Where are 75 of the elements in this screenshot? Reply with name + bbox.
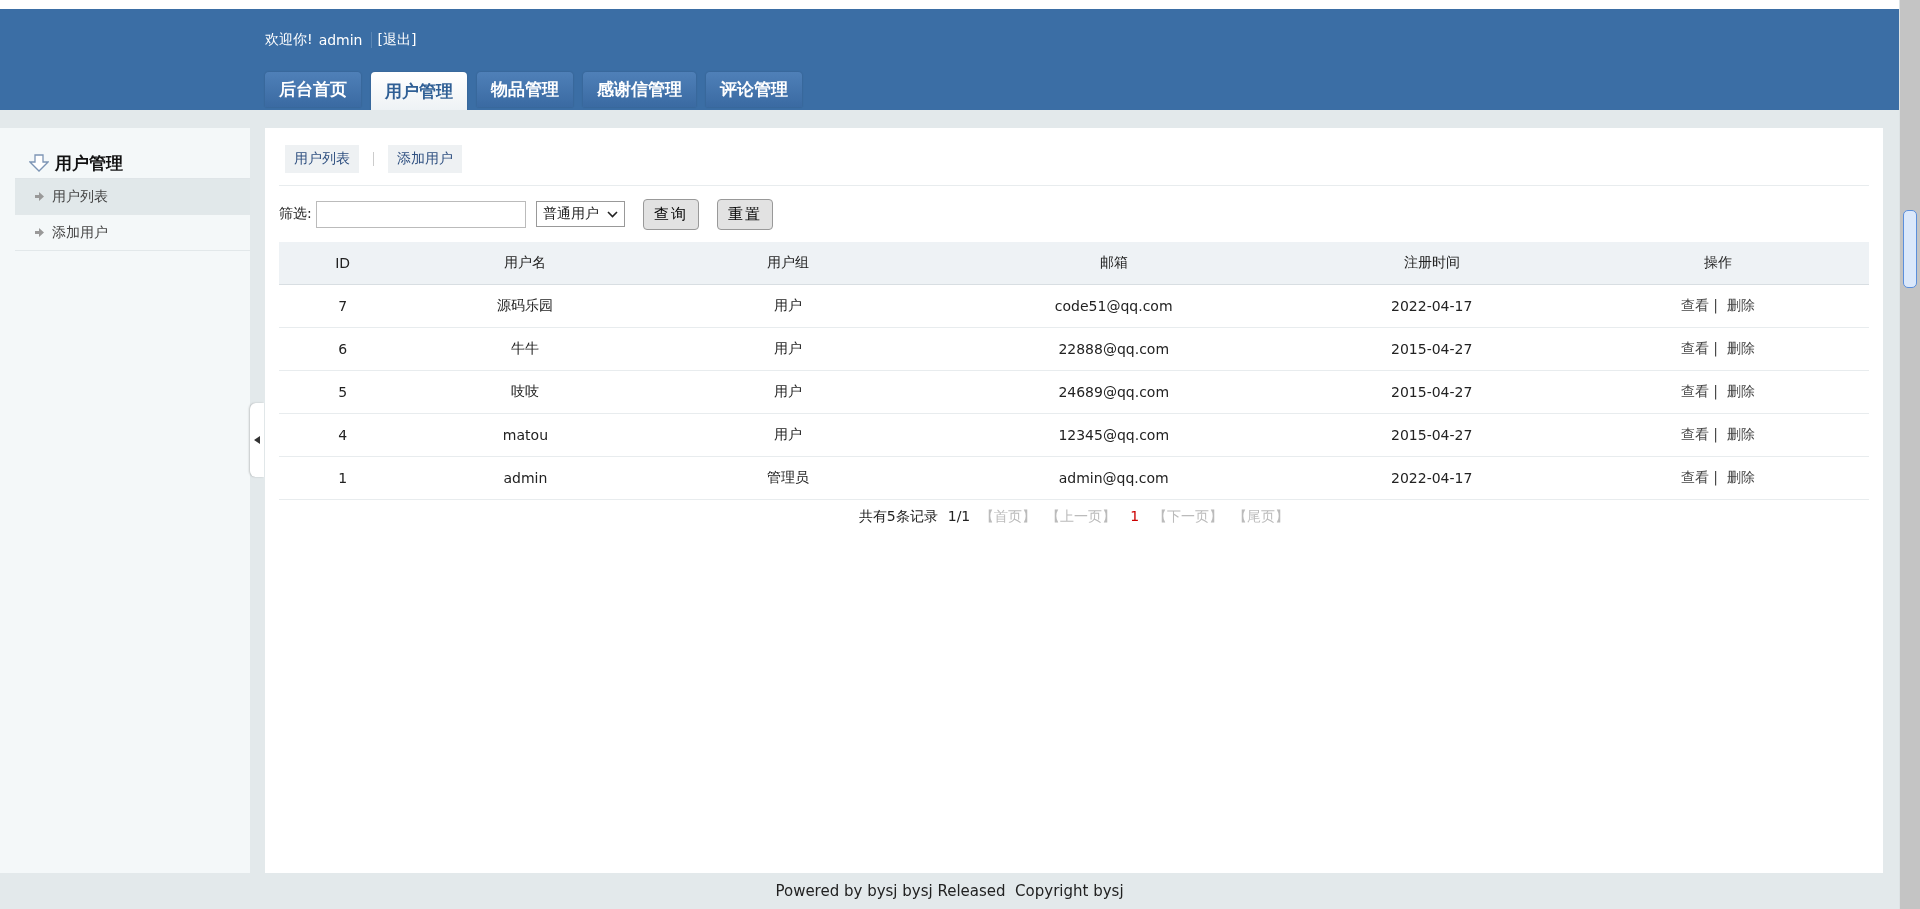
table-cell: 2015-04-27 xyxy=(1391,341,1473,357)
action-link[interactable]: 删除 xyxy=(1726,340,1755,356)
footer-text: Powered by bysj bysj Released Copyright bysj xyxy=(775,882,1124,900)
table-cell: code51@qq.com xyxy=(1054,298,1173,314)
subnav-link[interactable]: 用户列表 xyxy=(285,144,359,173)
table-cell: admin xyxy=(503,470,548,486)
nav-tab[interactable]: 评论管理 xyxy=(706,72,802,107)
down-arrow-icon xyxy=(29,154,49,172)
table-cell: 用户 xyxy=(773,383,802,399)
chevron-down-icon xyxy=(606,210,618,218)
current-page: 1 xyxy=(1130,508,1140,526)
filter-button[interactable]: 重置 xyxy=(716,198,773,230)
column-header: 用户名 xyxy=(406,242,645,285)
column-header: 用户组 xyxy=(644,242,931,285)
action-link[interactable]: 查看 xyxy=(1681,469,1710,485)
action-link[interactable]: 删除 xyxy=(1726,297,1755,313)
sidebar-item[interactable]: 用户列表 xyxy=(15,179,250,215)
filter-button[interactable]: 查询 xyxy=(642,198,699,230)
arrow-icon xyxy=(35,228,44,237)
nav-tab[interactable]: 感谢信管理 xyxy=(583,72,696,107)
table-cell: 用户 xyxy=(773,426,802,442)
table-cell: 24689@qq.com xyxy=(1058,384,1170,400)
filter-input[interactable] xyxy=(315,200,526,228)
table-cell: 牛牛 xyxy=(511,340,540,356)
column-header: 注册时间 xyxy=(1296,242,1567,285)
table-cell: 12345@qq.com xyxy=(1058,427,1170,443)
logout-link[interactable]: [退出] xyxy=(377,31,417,49)
table-cell: 管理员 xyxy=(766,469,809,485)
subnav-link[interactable]: 添加用户 xyxy=(388,144,462,173)
separator-text: | xyxy=(1713,383,1719,399)
action-link[interactable]: 查看 xyxy=(1681,383,1710,399)
scrollbar[interactable] xyxy=(1899,0,1920,909)
scrollbar-thumb[interactable] xyxy=(1903,210,1917,288)
greeting-text: 欢迎你! xyxy=(265,31,313,49)
table-cell: 2015-04-27 xyxy=(1391,427,1473,443)
table-cell: 1 xyxy=(338,470,348,486)
arrow-icon xyxy=(35,192,44,201)
action-link[interactable]: 删除 xyxy=(1726,383,1755,399)
action-link[interactable]: 查看 xyxy=(1681,340,1710,356)
table-cell: 2022-04-17 xyxy=(1391,470,1473,486)
pager-text: 1/1 xyxy=(947,508,971,526)
column-header: ID xyxy=(279,242,407,285)
table-cell: 22888@qq.com xyxy=(1058,341,1170,357)
pager-text: 共有5条记录 xyxy=(858,508,938,526)
separator-text: | xyxy=(1713,469,1719,485)
nav-tab[interactable]: 用户管理 xyxy=(371,72,467,110)
action-link[interactable]: 删除 xyxy=(1726,426,1755,442)
user-type-select[interactable]: 普通用户 xyxy=(535,201,625,227)
separator-text: | xyxy=(1713,340,1719,356)
filter-label: 筛选: xyxy=(279,205,312,223)
table-cell: 7 xyxy=(338,298,348,314)
table-cell: 用户 xyxy=(773,340,802,356)
action-link[interactable]: 删除 xyxy=(1726,469,1755,485)
table-cell: 用户 xyxy=(773,297,802,313)
username-text: admin xyxy=(318,32,372,48)
table-cell: matou xyxy=(502,427,548,443)
table-cell: 2022-04-17 xyxy=(1391,298,1473,314)
table-cell: 源码乐园 xyxy=(497,297,554,313)
table-cell: 4 xyxy=(338,427,348,443)
table-cell: 6 xyxy=(338,341,348,357)
table-cell: 吱吱 xyxy=(511,383,540,399)
column-header: 操作 xyxy=(1566,242,1869,285)
sidebar-item[interactable]: 添加用户 xyxy=(15,215,250,251)
nav-tab[interactable]: 物品管理 xyxy=(477,72,573,107)
table-cell: 2015-04-27 xyxy=(1391,384,1473,400)
collapse-handle[interactable] xyxy=(250,403,264,477)
separator-text: | xyxy=(1713,297,1719,313)
nav-tab[interactable]: 后台首页 xyxy=(265,72,361,107)
column-header: 邮箱 xyxy=(930,242,1297,285)
action-link[interactable]: 查看 xyxy=(1681,426,1710,442)
table-cell: admin@qq.com xyxy=(1058,470,1169,486)
separator-text: | xyxy=(1713,426,1719,442)
action-link[interactable]: 查看 xyxy=(1681,297,1710,313)
table-cell: 5 xyxy=(338,384,348,400)
sidebar-title: 用户管理 xyxy=(55,151,123,175)
